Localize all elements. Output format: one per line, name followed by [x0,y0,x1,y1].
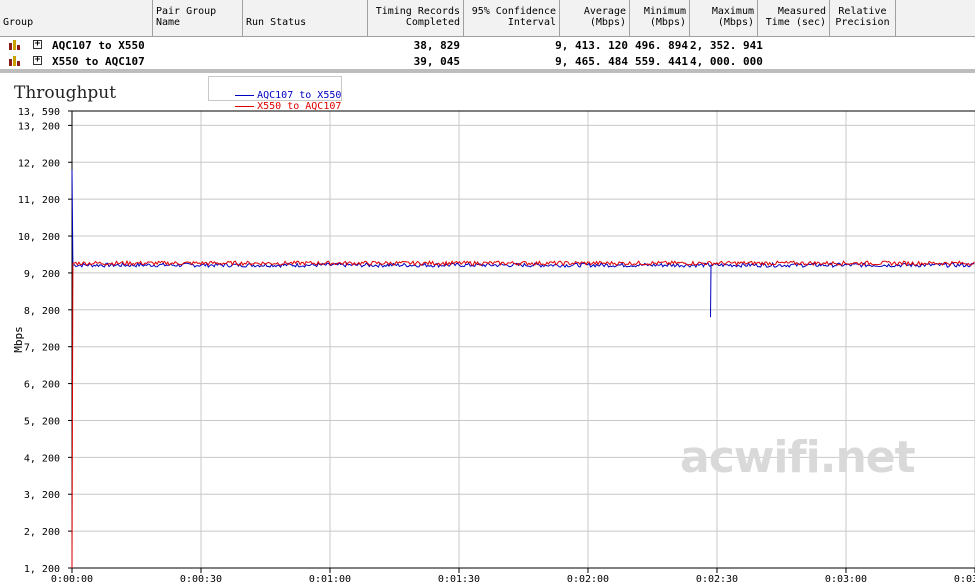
y-tick-label: 9, 200 [24,269,60,280]
row-minimum: 559. 441 [635,55,688,68]
table-row[interactable]: + X550 to AQC107 39, 045 9, 465. 484 559… [0,53,975,69]
row-records: 38, 829 [413,39,460,52]
throughput-chart: 1, 2002, 2003, 2004, 2005, 2006, 2007, 2… [12,107,975,585]
x-tick-label: 0:01:00 [309,574,351,585]
y-tick-label: 2, 200 [24,527,60,538]
y-tick-label: 12, 200 [18,158,60,169]
x-tick-label: 0:03:00 [825,574,867,585]
col-header-timing-records[interactable]: Timing Records Completed [368,0,464,36]
row-minimum: 496. 894 [635,39,688,52]
x-tick-label: 0:03:30 [954,574,975,585]
pane-splitter[interactable] [0,69,975,73]
row-group-name: AQC107 to X550 [52,39,145,52]
x-tick-label: 0:02:30 [696,574,738,585]
series-line [71,169,975,318]
x-tick-label: 0:00:00 [51,574,93,585]
series-line [71,259,975,569]
y-tick-label: 3, 200 [24,490,60,501]
legend-label: X550 to AQC107 [257,101,342,112]
y-tick-label: 13, 200 [18,121,60,132]
row-maximum: 2, 352. 941 [690,39,763,52]
legend-item: X550 to AQC107 [211,90,341,123]
x-tick-label: 0:01:30 [438,574,480,585]
watermark-text: acwifi.net [680,432,916,483]
x-tick-label: 0:00:30 [180,574,222,585]
y-tick-label: 6, 200 [24,380,60,391]
y-tick-label: 8, 200 [24,306,60,317]
pair-group-icon [9,40,20,50]
pair-group-icon [9,56,20,66]
chart-legend: AQC107 to X550 X550 to AQC107 [208,76,342,112]
legend-swatch [235,105,255,107]
row-maximum: 4, 000. 000 [690,55,763,68]
col-header-group[interactable]: Group [0,0,153,36]
y-tick-label: 5, 200 [24,416,60,427]
y-tick-label: 10, 200 [18,232,60,243]
col-header-relative-precision[interactable]: Relative Precision [830,0,896,36]
results-table-header: Group Pair Group Name Run Status Timing … [0,0,975,37]
row-records: 39, 045 [413,55,460,68]
y-axis-label: Mbps [12,326,25,353]
y-tick-label: 13, 590 [18,107,60,118]
col-header-run-status[interactable]: Run Status [243,0,368,36]
col-header-average[interactable]: Average (Mbps) [560,0,630,36]
y-tick-label: 11, 200 [18,195,60,206]
y-tick-label: 7, 200 [24,343,60,354]
x-tick-label: 0:02:00 [567,574,609,585]
expand-icon[interactable]: + [33,40,42,49]
table-row[interactable]: + AQC107 to X550 38, 829 9, 413. 120 496… [0,37,975,53]
y-tick-label: 4, 200 [24,453,60,464]
expand-icon[interactable]: + [33,56,42,65]
col-header-minimum[interactable]: Minimum (Mbps) [630,0,690,36]
col-header-confidence-interval[interactable]: 95% Confidence Interval [464,0,560,36]
row-average: 9, 413. 120 [555,39,628,52]
col-header-measured-time[interactable]: Measured Time (sec) [758,0,830,36]
row-average: 9, 465. 484 [555,55,628,68]
col-header-pair-group-name[interactable]: Pair Group Name [153,0,243,36]
col-header-maximum[interactable]: Maximum (Mbps) [690,0,758,36]
row-group-name: X550 to AQC107 [52,55,145,68]
